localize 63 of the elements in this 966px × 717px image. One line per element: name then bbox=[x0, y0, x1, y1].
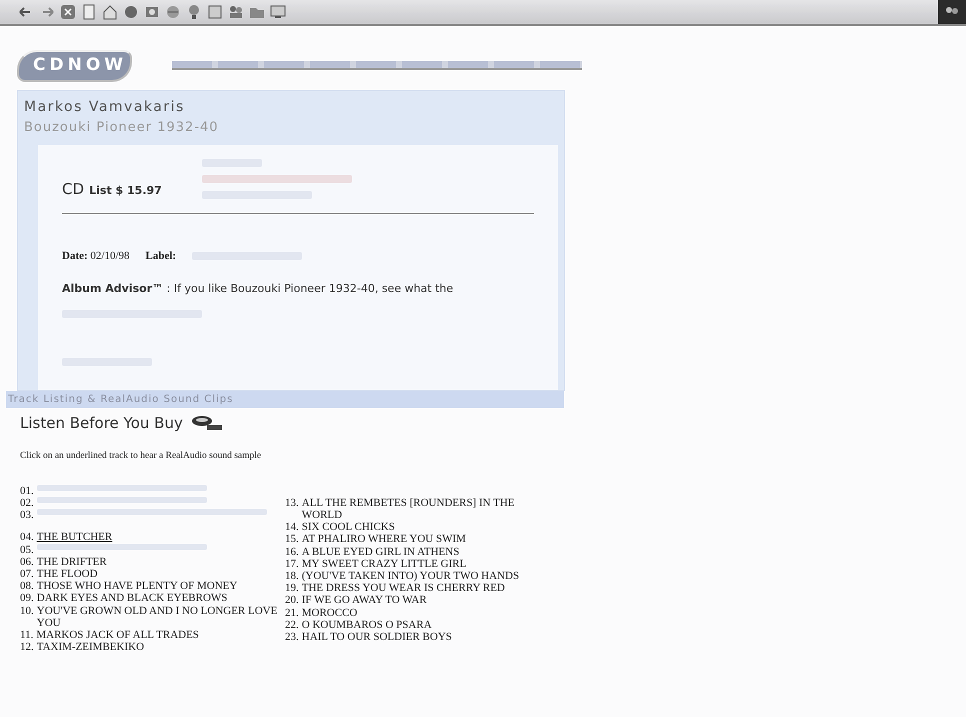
track-title: MARKOS JACK OF ALL TRADES bbox=[36, 628, 199, 642]
track-title: IF WE GO AWAY TO WAR bbox=[302, 594, 427, 607]
album-advisor-text: Album Advisor™ : If you like Bouzouki Pioneer 1932-40, see what the bbox=[62, 280, 454, 296]
track-number: 03. bbox=[20, 509, 34, 522]
window-icon[interactable] bbox=[207, 4, 223, 20]
track-title: THE FLOOD bbox=[36, 568, 98, 580]
track-number: 08. bbox=[20, 580, 34, 592]
track-title: THE DRESS YOU WEAR IS CHERRY RED bbox=[302, 582, 505, 594]
track-number: 13. bbox=[285, 496, 299, 509]
track-link[interactable]: THE BUTCHER bbox=[36, 531, 112, 544]
track-title: YOU'VE GROWN OLD AND I NO LONGER LOVE YOU bbox=[36, 604, 278, 629]
track-number: 23. bbox=[285, 630, 299, 644]
release-date: 02/10/98 bbox=[90, 250, 130, 262]
track-number: 12. bbox=[20, 641, 34, 654]
track-number: 05. bbox=[20, 544, 34, 556]
artist-name: Markos Vamvakaris bbox=[24, 98, 186, 116]
track-number: 09. bbox=[20, 592, 34, 605]
track-number: 20. bbox=[285, 594, 299, 607]
track-number: 19. bbox=[285, 582, 299, 594]
format-label: CD bbox=[62, 180, 84, 198]
track-title: MOROCCO bbox=[302, 606, 358, 619]
label-label: Label: bbox=[146, 249, 176, 264]
home-icon[interactable] bbox=[102, 4, 118, 20]
track-number: 18. bbox=[285, 570, 299, 582]
track-number: 01. bbox=[20, 484, 34, 497]
track-title: O KOUMBAROS O PSARA bbox=[302, 618, 432, 631]
people-icon[interactable] bbox=[228, 4, 244, 20]
track-number: 15. bbox=[285, 533, 299, 546]
track-number: 17. bbox=[285, 558, 299, 570]
section-bar: Track Listing & RealAudio Sound Clips bbox=[6, 391, 564, 408]
page-icon[interactable] bbox=[81, 4, 97, 20]
track-number: 04. bbox=[20, 531, 34, 544]
instructions-text: Click on an underlined track to hear a RealAudio sound sample bbox=[20, 450, 262, 462]
track-title: TAXIM-ZEIMBEKIKO bbox=[36, 641, 144, 654]
track-title: A BLUE EYED GIRL IN ATHENS bbox=[302, 546, 460, 558]
track-number: 14. bbox=[285, 521, 299, 534]
section-heading: Listen Before You Buy bbox=[20, 413, 183, 434]
people-icon bbox=[945, 7, 959, 17]
list-price: List $ 15.97 bbox=[89, 184, 162, 197]
date-label: Date: bbox=[62, 250, 88, 262]
track-title: ALL THE REMBETES [ROUNDERS] IN THE WORLD bbox=[302, 496, 516, 522]
track-title: (YOU'VE TAKEN INTO) YOUR TWO HANDS bbox=[302, 570, 520, 582]
track-title: DARK EYES AND BLACK EYEBROWS bbox=[36, 592, 228, 605]
track-title: HAIL TO OUR SOLDIER BOYS bbox=[302, 630, 452, 644]
monitor-icon[interactable] bbox=[270, 4, 286, 20]
camera-icon[interactable] bbox=[144, 4, 160, 20]
track-number: 10. bbox=[20, 604, 34, 617]
track-number: 07. bbox=[20, 568, 34, 580]
track-number: 16. bbox=[285, 546, 299, 558]
track-title: AT PHALIRO WHERE YOU SWIM bbox=[302, 533, 466, 546]
track-title: THE DRIFTER bbox=[36, 556, 107, 568]
track-number: 11. bbox=[20, 628, 34, 642]
track-title: SIX COOL CHICKS bbox=[302, 521, 395, 534]
track-title: THOSE WHO HAVE PLENTY OF MONEY bbox=[36, 580, 238, 592]
bulb-icon[interactable] bbox=[186, 4, 202, 20]
track-number: 06. bbox=[20, 556, 34, 568]
track-number: 22. bbox=[285, 618, 299, 631]
track-title: MY SWEET CRAZY LITTLE GIRL bbox=[302, 558, 466, 570]
track-number: 02. bbox=[20, 496, 34, 510]
track-number: 21. bbox=[285, 606, 299, 619]
close-icon[interactable] bbox=[60, 4, 76, 20]
blurred-nav-links[interactable] bbox=[172, 61, 582, 70]
album-title: Bouzouki Pioneer 1932-40 bbox=[24, 118, 220, 136]
